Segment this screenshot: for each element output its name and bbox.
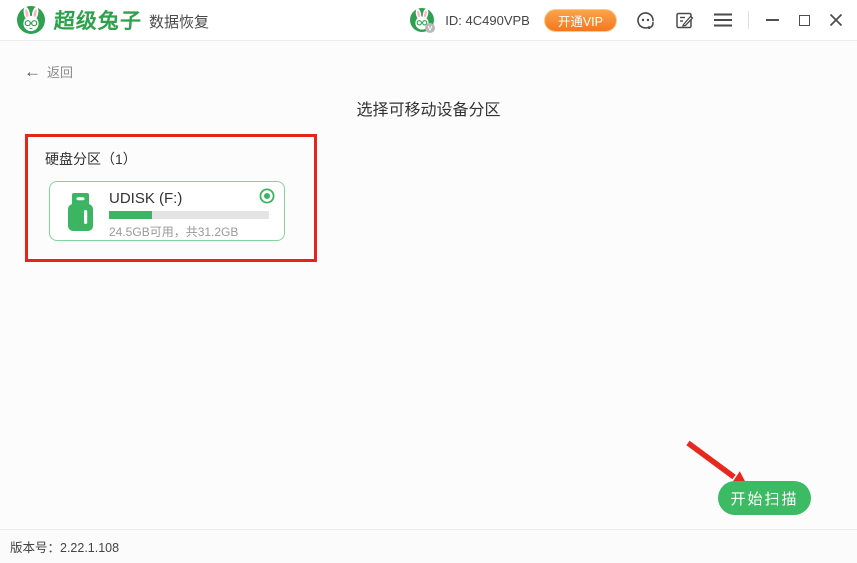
back-button[interactable]: ← 返回 bbox=[24, 62, 73, 81]
hamburger-menu-icon[interactable] bbox=[712, 9, 734, 31]
usage-bar-fill bbox=[109, 211, 152, 219]
titlebar-divider bbox=[748, 11, 749, 29]
close-icon[interactable] bbox=[827, 11, 845, 29]
title-bar: 超级兔子 数据恢复 V ID: 4C490VPB 开通VIP bbox=[0, 0, 857, 41]
svg-text:V: V bbox=[428, 25, 433, 32]
back-label: 返回 bbox=[47, 62, 73, 81]
maximize-icon[interactable] bbox=[795, 11, 813, 29]
product-name: 数据恢复 bbox=[149, 8, 209, 32]
titlebar-controls: V ID: 4C490VPB 开通VIP bbox=[409, 7, 845, 34]
open-vip-button[interactable]: 开通VIP bbox=[544, 9, 617, 32]
red-annotation-box: 硬盘分区（1） UDISK (F:) 24.5GB可用，共31.2GB bbox=[25, 134, 317, 262]
device-name: UDISK (F:) bbox=[109, 190, 182, 207]
footer-bar: 版本号：2.22.1.108 bbox=[0, 529, 857, 563]
back-arrow-icon: ← bbox=[24, 63, 41, 80]
partition-group-label: 硬盘分区（1） bbox=[45, 149, 137, 169]
customer-service-icon[interactable] bbox=[634, 9, 656, 31]
page-title: 选择可移动设备分区 bbox=[0, 96, 857, 120]
rabbit-avatar-icon[interactable]: V bbox=[409, 7, 436, 34]
version-label: 版本号：2.22.1.108 bbox=[10, 537, 119, 556]
feedback-note-icon[interactable] bbox=[673, 9, 695, 31]
usage-bar-track bbox=[109, 211, 269, 219]
app-window: 超级兔子 数据恢复 V ID: 4C490VPB 开通VIP bbox=[0, 0, 857, 563]
brand-area: 超级兔子 数据恢复 bbox=[16, 5, 209, 35]
minimize-icon[interactable] bbox=[763, 11, 781, 29]
start-scan-button[interactable]: 开始扫描 bbox=[718, 481, 811, 515]
radio-selected-icon[interactable] bbox=[259, 188, 275, 204]
user-id-label: ID: 4C490VPB bbox=[445, 13, 530, 28]
rabbit-logo-icon bbox=[16, 5, 46, 35]
usb-drive-icon bbox=[63, 191, 99, 233]
capacity-label: 24.5GB可用，共31.2GB bbox=[109, 223, 238, 240]
brand-name: 超级兔子 bbox=[53, 5, 143, 35]
device-card-udisk[interactable]: UDISK (F:) 24.5GB可用，共31.2GB bbox=[49, 181, 285, 241]
